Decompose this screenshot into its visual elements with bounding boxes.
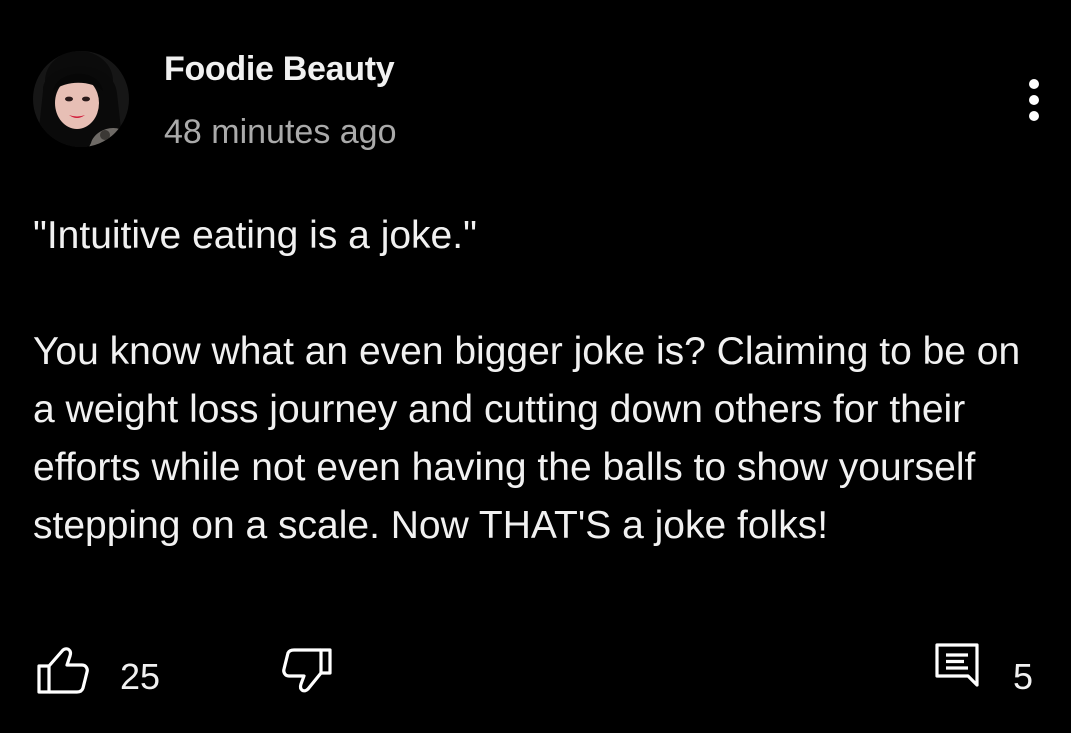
thumbs-up-icon	[37, 647, 89, 694]
reply-count: 5	[1013, 656, 1034, 697]
avatar[interactable]	[33, 51, 129, 147]
reply-button[interactable]	[934, 641, 982, 697]
menu-dot	[1029, 79, 1039, 89]
thumbs-down-icon	[282, 648, 332, 693]
more-options-button[interactable]	[1016, 75, 1052, 125]
like-count: 25	[120, 656, 161, 697]
dislike-button[interactable]	[281, 645, 333, 695]
comment-text: You know what an even bigger joke is? Cl…	[33, 330, 1021, 547]
like-button[interactable]	[34, 645, 90, 695]
comment-quote: "Intuitive eating is a joke."	[33, 214, 477, 257]
comment-timestamp: 48 minutes ago	[164, 113, 397, 151]
menu-dot	[1029, 95, 1039, 105]
reply-icon	[935, 643, 979, 687]
avatar-image	[33, 51, 129, 147]
comment-body: "Intuitive eating is a joke." You know w…	[33, 207, 1033, 555]
author-name[interactable]: Foodie Beauty	[164, 50, 395, 89]
menu-dot	[1029, 111, 1039, 121]
